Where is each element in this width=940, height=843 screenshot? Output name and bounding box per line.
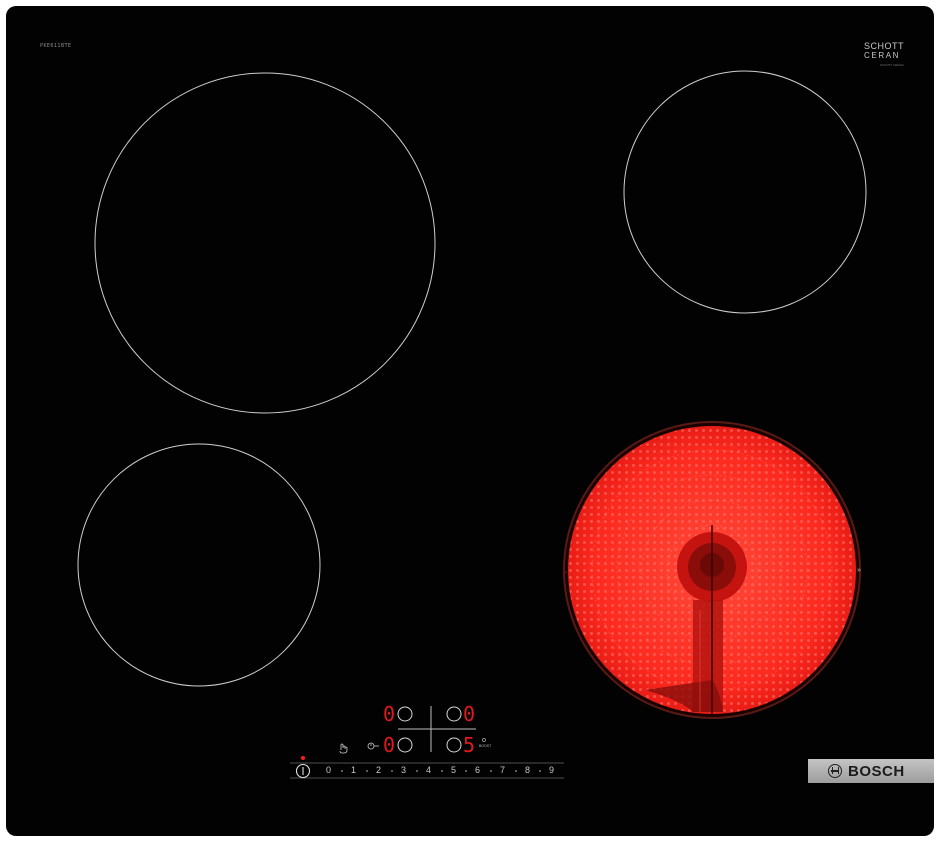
display-front-right: 5 [463,733,476,757]
timer-icon[interactable] [367,742,379,750]
zone-marker-left: ◦ [565,570,567,576]
display-front-left: 0 [383,733,396,757]
boost-label: BOOST [479,744,492,748]
bosch-armature-icon [828,764,842,778]
power-indicator-led [301,756,305,760]
power-slider-dots [341,770,541,772]
child-lock-icon[interactable] [339,743,348,754]
display-rear-left: 0 [383,702,396,726]
power-level-0[interactable]: 0 [326,765,331,775]
display-rear-right: 0 [463,702,476,726]
power-level-2[interactable]: 2 [376,765,381,775]
power-level-9[interactable]: 9 [549,765,554,775]
zone-select-front-right-button[interactable] [446,737,462,753]
boost-icon[interactable] [482,738,486,742]
power-level-5[interactable]: 5 [451,765,456,775]
power-level-7[interactable]: 7 [500,765,505,775]
power-level-1[interactable]: 1 [351,765,356,775]
power-level-8[interactable]: 8 [525,765,530,775]
cooking-zone-front-left [77,443,321,687]
bosch-brand-plate: BOSCH [808,759,934,783]
zone-select-front-left-button[interactable] [397,737,413,753]
power-level-3[interactable]: 3 [401,765,406,775]
zone-select-rear-left-button[interactable] [397,706,413,722]
zone-marker-right: » [857,567,861,574]
cooking-zone-rear-left [94,72,436,414]
power-level-6[interactable]: 6 [475,765,480,775]
power-icon[interactable] [295,763,311,779]
cooking-zone-rear-right [623,70,867,314]
zone-select-rear-right-button[interactable] [446,706,462,722]
cooking-zone-front-right-active [563,421,861,719]
power-level-4[interactable]: 4 [426,765,431,775]
brand-name: BOSCH [848,762,905,780]
